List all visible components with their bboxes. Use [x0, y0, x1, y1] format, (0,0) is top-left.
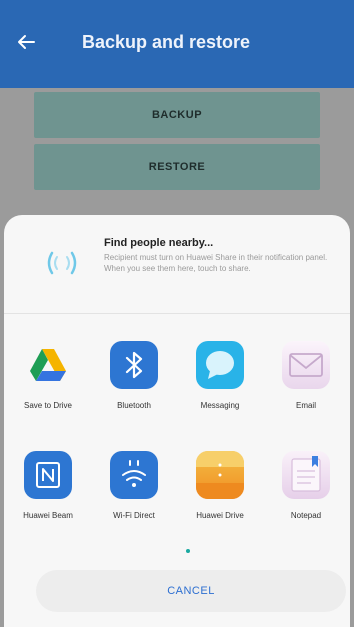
divider [4, 313, 350, 314]
share-app-bluetooth[interactable]: Bluetooth [94, 341, 174, 411]
google-drive-icon [24, 341, 72, 389]
find-nearby-row[interactable]: Find people nearby... Recipient must tur… [4, 215, 350, 307]
share-app-huawei-drive[interactable]: Huawei Drive [180, 451, 260, 521]
share-app-wifi-direct[interactable]: Wi-Fi Direct [94, 451, 174, 521]
messaging-icon [196, 341, 244, 389]
cancel-button[interactable]: CANCEL [36, 570, 346, 612]
backup-button[interactable]: BACKUP [34, 92, 320, 138]
notepad-icon [282, 451, 330, 499]
app-label: Save to Drive [23, 401, 73, 410]
share-app-messaging[interactable]: Messaging [180, 341, 260, 411]
app-label: Notepad [290, 511, 322, 520]
page-title: Backup and restore [82, 32, 251, 52]
nfc-icon [24, 451, 72, 499]
page-indicator [186, 549, 190, 553]
wifi-direct-icon [110, 451, 158, 499]
share-app-save-to-drive[interactable]: Save to Drive [8, 341, 88, 411]
restore-button[interactable]: RESTORE [34, 144, 320, 190]
app-label: Messaging [200, 401, 240, 410]
share-app-notepad[interactable]: Notepad [266, 451, 346, 521]
share-app-huawei-beam[interactable]: Huawei Beam [8, 451, 88, 521]
nearby-wave-icon [47, 251, 77, 275]
huawei-drive-icon [196, 451, 244, 499]
app-bar: Backup and restore [0, 0, 354, 88]
app-label: Huawei Beam [23, 511, 73, 520]
app-label: Email [295, 401, 316, 410]
app-label: Bluetooth [117, 401, 151, 410]
app-label: Wi-Fi Direct [113, 511, 155, 520]
email-icon [282, 341, 330, 389]
bluetooth-icon [110, 341, 158, 389]
share-app-email[interactable]: Email [266, 341, 346, 411]
app-label: Huawei Drive [196, 511, 244, 520]
nearby-title: Find people nearby... [104, 237, 214, 249]
arrow-left-icon[interactable] [14, 30, 38, 54]
nearby-description: Recipient must turn on Huawei Share in t… [104, 253, 328, 273]
share-sheet: Find people nearby... Recipient must tur… [4, 215, 350, 627]
